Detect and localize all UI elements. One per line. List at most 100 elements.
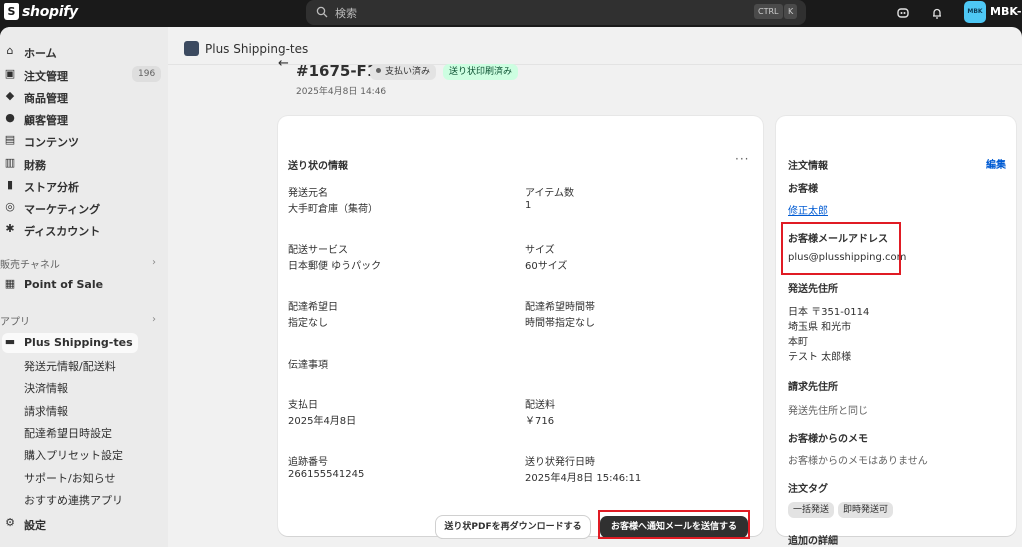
- redownload-pdf-button[interactable]: 送り状PDFを再ダウンロードする: [436, 516, 590, 538]
- order-info-card: 注文情報 編集 お客様 修正太郎 お客様メールアドレス plus@plusshi…: [776, 116, 1016, 547]
- app-header: Plus Shipping-tes: [184, 41, 308, 56]
- store-avatar[interactable]: MBK: [964, 1, 986, 23]
- home-icon: ⌂: [6, 44, 14, 57]
- sidebar-item-label: Point of Sale: [24, 278, 104, 291]
- back-arrow-icon[interactable]: ←: [278, 56, 289, 71]
- subnav-billing-info[interactable]: 請求情報: [24, 403, 68, 419]
- more-actions-icon[interactable]: ···: [735, 152, 749, 166]
- shortcut-k: K: [784, 4, 798, 19]
- subnav-preset-settings[interactable]: 購入プリセット設定: [24, 447, 123, 463]
- bank-icon: ▥: [4, 156, 16, 169]
- notify-button-highlight-box: [598, 510, 750, 539]
- sender-label: 発送元名: [288, 188, 328, 199]
- subnav-support[interactable]: サポート/お知らせ: [24, 470, 116, 486]
- delivery-time-label: 配達希望時間帯: [525, 302, 595, 313]
- shipping-fee-label: 配送料: [525, 400, 555, 411]
- sidebar-item-label: コンテンツ: [24, 136, 79, 149]
- service-value: 日本郵便 ゆうパック: [288, 261, 382, 272]
- app-title: Plus Shipping-tes: [205, 41, 309, 56]
- chevron-right-icon[interactable]: ›: [152, 257, 156, 268]
- address-line: 日本 〒351-0114: [788, 307, 870, 318]
- top-bar: S shopify 検索 CTRL K MBK MBK-Di: [0, 0, 1022, 27]
- order-tag[interactable]: 即時発送可: [838, 502, 894, 518]
- delivery-time-value: 時間帯指定なし: [525, 318, 595, 329]
- sidebar-item-orders[interactable]: ▣ 注文管理 196: [0, 65, 168, 85]
- tracking-number-value: 266155541245: [288, 469, 365, 480]
- shipping-fee-value: ￥716: [525, 416, 555, 427]
- issued-at-label: 送り状発行日時: [525, 457, 595, 468]
- sidebar-item-point-of-sale[interactable]: ▦ Point of Sale: [0, 275, 168, 295]
- address-line: 埼玉県 和光市: [788, 322, 852, 333]
- sidebar-item-plus-shipping[interactable]: ▬ Plus Shipping-tes: [2, 333, 138, 353]
- sidebar-item-label: ホーム: [24, 47, 57, 60]
- address-line: テスト 太郎様: [788, 352, 852, 363]
- brand-text: shopify: [22, 3, 78, 20]
- sidekick-icon[interactable]: [896, 6, 910, 20]
- item-count-value: 1: [525, 200, 532, 211]
- size-value: 60サイズ: [525, 261, 568, 272]
- sidebar-item-products[interactable]: ◆ 商品管理: [0, 87, 168, 107]
- sidebar-item-home[interactable]: ⌂ ホーム: [0, 42, 168, 62]
- item-count-label: アイテム数: [525, 188, 574, 199]
- bell-icon[interactable]: [930, 6, 944, 20]
- search-bar[interactable]: 検索 CTRL K: [306, 0, 806, 25]
- sender-value: 大手町倉庫（集荷）: [288, 204, 378, 215]
- content-icon: ▤: [4, 133, 16, 146]
- sidebar-item-finance[interactable]: ▥ 財務: [0, 154, 168, 174]
- orders-icon: ▣: [4, 67, 16, 80]
- shipping-address-label: 発送先住所: [788, 284, 838, 295]
- sidebar-item-label: 商品管理: [24, 92, 68, 105]
- subnav-recommended-apps[interactable]: おすすめ連携アプリ: [24, 492, 123, 508]
- address-line: 本町: [788, 337, 808, 348]
- chevron-right-icon[interactable]: ›: [152, 314, 156, 325]
- store-name[interactable]: MBK-Di: [990, 5, 1022, 18]
- order-tag[interactable]: 一括発送: [788, 502, 835, 518]
- email-highlight-box: [781, 222, 901, 275]
- sidebar-item-label: 顧客管理: [24, 114, 68, 127]
- shortcut-ctrl: CTRL: [754, 4, 783, 19]
- order-date: 2025年4月8日 14:46: [296, 87, 387, 97]
- gear-icon: ⚙: [5, 516, 15, 529]
- customer-name-link[interactable]: 修正太郎: [788, 202, 828, 217]
- search-icon: [316, 6, 328, 18]
- order-tags-label: 注文タグ: [788, 484, 828, 495]
- sidebar-item-content[interactable]: ▤ コンテンツ: [0, 131, 168, 151]
- issued-at-value: 2025年4月8日 15:46:11: [525, 473, 642, 484]
- sidebar-item-customers[interactable]: ● 顧客管理: [0, 109, 168, 129]
- person-icon: ●: [5, 111, 15, 124]
- sidebar-item-marketing[interactable]: ◎ マーケティング: [0, 198, 168, 218]
- apps-label: アプリ: [0, 317, 30, 328]
- delivery-date-value: 指定なし: [288, 318, 328, 329]
- app-logo-icon: [184, 41, 199, 56]
- sidebar-item-label: 財務: [24, 159, 46, 172]
- label-printed-badge: 送り状印刷済み: [443, 64, 519, 80]
- sidebar-item-analytics[interactable]: ▮ ストア分析: [0, 176, 168, 196]
- order-number: #1675-F1: [296, 62, 378, 80]
- subnav-payment-info[interactable]: 決済情報: [24, 380, 68, 396]
- payment-status-badge: 支払い済み: [370, 64, 437, 80]
- subnav-delivery-settings[interactable]: 配達希望日時設定: [24, 425, 112, 441]
- shopify-logo[interactable]: S shopify: [4, 3, 78, 20]
- sidebar-item-discounts[interactable]: ✱ ディスカウント: [0, 220, 168, 240]
- customer-label: お客様: [788, 184, 818, 195]
- sidebar-item-settings[interactable]: ⚙ 設定: [0, 514, 168, 534]
- sidebar-item-label: ディスカウント: [24, 225, 101, 238]
- sidebar: ⌂ ホーム ▣ 注文管理 196 ◆ 商品管理 ● 顧客管理 ▤ コンテンツ ▥…: [0, 27, 168, 547]
- additional-details-label: 追加の詳細: [788, 536, 838, 547]
- customer-memo-label: お客様からのメモ: [788, 434, 868, 445]
- customer-memo-value: お客様からのメモはありません: [788, 456, 928, 467]
- card-title: 送り状の情報: [288, 161, 348, 172]
- subnav-sender-info[interactable]: 発送元情報/配送料: [24, 358, 116, 374]
- tag-icon: ◆: [5, 89, 15, 102]
- order-info-title: 注文情報: [788, 161, 828, 172]
- payment-date-label: 支払日: [288, 400, 318, 411]
- sales-channels-label: 販売チャネル: [0, 260, 60, 271]
- delivery-date-label: 配達希望日: [288, 302, 338, 313]
- edit-link[interactable]: 編集: [986, 156, 1006, 171]
- pos-icon: ▦: [4, 277, 16, 290]
- chart-icon: ▮: [6, 178, 14, 191]
- orders-count-badge: 196: [132, 66, 162, 82]
- sidebar-item-label: 設定: [24, 519, 46, 532]
- discount-icon: ✱: [5, 222, 15, 235]
- sidebar-item-label: 注文管理: [24, 70, 68, 83]
